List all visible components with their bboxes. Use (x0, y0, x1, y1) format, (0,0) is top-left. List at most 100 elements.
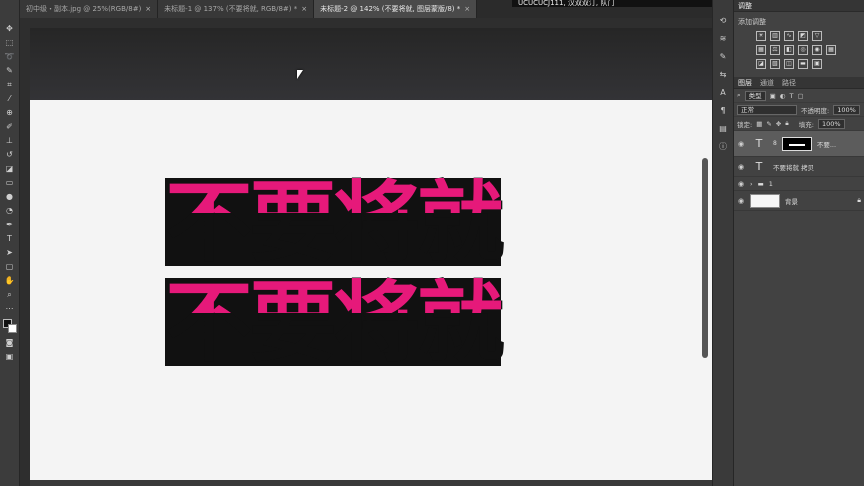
gradient-map-icon[interactable]: ▬ (798, 59, 808, 69)
color-swatches[interactable] (2, 318, 18, 336)
eye-icon[interactable]: ◉ (737, 163, 745, 171)
lock-label: 锁定: (737, 120, 753, 129)
paragraph-icon[interactable]: ¶ (715, 104, 731, 118)
photo-filter-icon[interactable]: ◎ (798, 45, 808, 55)
history-brush-tool-icon[interactable]: ↺ (2, 148, 18, 162)
layer-name[interactable]: 不要将就 拷贝 (773, 162, 814, 172)
dodge-tool-icon[interactable]: ◔ (2, 204, 18, 218)
link-icon[interactable]: 8 (773, 140, 777, 147)
brightness-icon[interactable]: ☀ (756, 31, 766, 41)
screen-mode-icon[interactable]: ▣ (2, 350, 18, 364)
marquee-tool-icon[interactable]: ⬚ (2, 36, 18, 50)
fill-input[interactable]: 100% (817, 118, 845, 129)
pasteboard-bottom (30, 480, 720, 486)
clone-source-icon[interactable]: ⇆ (715, 68, 731, 82)
lock-all-icon[interactable]: 🔒︎ (785, 119, 788, 128)
lasso-tool-icon[interactable]: ➰ (2, 50, 18, 64)
stamp-tool-icon[interactable]: ⊥ (2, 134, 18, 148)
tab-document-1[interactable]: 初中级・副本.jpg @ 25%(RGB/8#) × (20, 0, 159, 18)
tab-document-2[interactable]: 未标题-1 @ 137% (不要将就, RGB/8#) * × (158, 0, 315, 18)
gradient-tool-icon[interactable]: ▭ (2, 176, 18, 190)
filter-pixel-icon[interactable]: ▣ (770, 92, 776, 100)
shape-tool-icon[interactable]: ▢ (2, 260, 18, 274)
color-balance-icon[interactable]: ⚖ (770, 45, 780, 55)
eye-icon[interactable]: ◉ (737, 180, 745, 188)
lock-transparent-icon[interactable]: ▦ (756, 120, 762, 128)
blend-mode-select[interactable]: 正常 (737, 104, 797, 115)
threshold-icon[interactable]: ◫ (784, 59, 794, 69)
tab-document-3[interactable]: 未标题-2 @ 142% (不要将就, 图层蒙版/8) * × (314, 0, 478, 18)
expand-arrow-icon[interactable]: › (750, 180, 753, 188)
history-icon[interactable]: ⟲ (715, 14, 731, 28)
layer-mask-thumbnail[interactable] (781, 136, 812, 151)
blend-row: 正常 不透明度: 100% (734, 103, 864, 117)
filter-adjust-icon[interactable]: ◐ (780, 92, 786, 100)
pen-tool-icon[interactable]: ✒ (2, 218, 18, 232)
layer-item[interactable]: ◉ T 不要将就 拷贝 (734, 157, 864, 177)
black-white-icon[interactable]: ◧ (784, 45, 794, 55)
brushes-icon[interactable]: ✎ (715, 50, 731, 64)
filter-type-icon[interactable]: T (789, 92, 793, 100)
curves-icon[interactable]: ∿ (784, 31, 794, 41)
brush-tool-icon[interactable]: ✐ (2, 120, 18, 134)
crop-tool-icon[interactable]: ⌗ (2, 78, 18, 92)
color-lookup-icon[interactable]: ▦ (826, 45, 836, 55)
healing-brush-tool-icon[interactable]: ⊕ (2, 106, 18, 120)
layer-name[interactable]: 1 (769, 180, 773, 188)
vertical-scrollbar[interactable] (702, 158, 708, 358)
close-icon[interactable]: × (301, 0, 307, 18)
ruler-top (20, 18, 712, 28)
adjustment-icons-row-3: ◪ ▧ ◫ ▬ ▣ (734, 57, 864, 71)
lock-position-icon[interactable]: ✥ (776, 120, 781, 128)
adjustment-icons-row-1: ☀ ▥ ∿ ◩ ▽ (734, 29, 864, 43)
invert-icon[interactable]: ◪ (756, 59, 766, 69)
tab-adjustments[interactable]: 调整 (738, 0, 752, 11)
adjustments-panel-header: 调整 (734, 0, 864, 12)
type-tool-icon[interactable]: T (2, 232, 18, 246)
layer-name[interactable]: 不要... (817, 139, 836, 149)
blur-tool-icon[interactable]: ● (2, 190, 18, 204)
hand-tool-icon[interactable]: ✋ (2, 274, 18, 288)
info-icon[interactable]: ⓘ (715, 140, 731, 154)
quick-select-tool-icon[interactable]: ✎ (2, 64, 18, 78)
pasteboard (30, 28, 720, 100)
close-icon[interactable]: × (464, 0, 470, 18)
layer-item[interactable]: ◉ 背景 🔒︎ (734, 191, 864, 211)
background-color[interactable] (7, 324, 17, 333)
more-tools-icon[interactable]: ⋯ (2, 302, 18, 316)
lock-paint-icon[interactable]: ✎ (766, 120, 771, 128)
levels-icon[interactable]: ▥ (770, 31, 780, 41)
layer-name[interactable]: 背景 (785, 196, 798, 206)
channel-mixer-icon[interactable]: ◉ (812, 45, 822, 55)
selective-color-icon[interactable]: ▣ (812, 59, 822, 69)
tab-label: 未标题-1 @ 137% (不要将就, RGB/8#) * (164, 5, 298, 13)
zoom-tool-icon[interactable]: ⌕ (2, 288, 18, 302)
layer-item[interactable]: ◉ T 8 不要... (734, 131, 864, 157)
tab-channels[interactable]: 通道 (760, 77, 774, 88)
tab-paths[interactable]: 路径 (782, 77, 796, 88)
layer-item[interactable]: ◉ › ▬ 1 (734, 177, 864, 191)
tab-layers[interactable]: 图层 (738, 77, 752, 88)
move-tool-icon[interactable]: ✥ (2, 22, 18, 36)
close-icon[interactable]: × (145, 0, 151, 18)
eye-icon[interactable]: ◉ (737, 197, 745, 205)
opacity-label: 不透明度: (801, 106, 830, 115)
exposure-icon[interactable]: ◩ (798, 31, 808, 41)
eraser-tool-icon[interactable]: ◪ (2, 162, 18, 176)
eye-icon[interactable]: ◉ (737, 140, 745, 148)
mouse-cursor-icon (297, 70, 303, 79)
vibrance-icon[interactable]: ▽ (812, 31, 822, 41)
eyedropper-tool-icon[interactable]: ⁄ (2, 92, 18, 106)
brush-settings-icon[interactable]: ≋ (715, 32, 731, 46)
quick-mask-icon[interactable]: ◙ (2, 336, 18, 350)
filter-shape-icon[interactable]: ▢ (797, 92, 803, 100)
layer-filter-select[interactable]: 类型 (744, 90, 766, 101)
opacity-input[interactable]: 100% (833, 104, 860, 115)
path-select-tool-icon[interactable]: ➤ (2, 246, 18, 260)
posterize-icon[interactable]: ▧ (770, 59, 780, 69)
character-icon[interactable]: A (715, 86, 731, 100)
layer-comps-icon[interactable]: ▤ (715, 122, 731, 136)
document-canvas[interactable]: 不要将就 不要将就 不要将就 不要将就 (30, 100, 720, 480)
hue-saturation-icon[interactable]: ▦ (756, 45, 766, 55)
canvas-workspace[interactable]: 不要将就 不要将就 不要将就 不要将就 (20, 18, 720, 486)
